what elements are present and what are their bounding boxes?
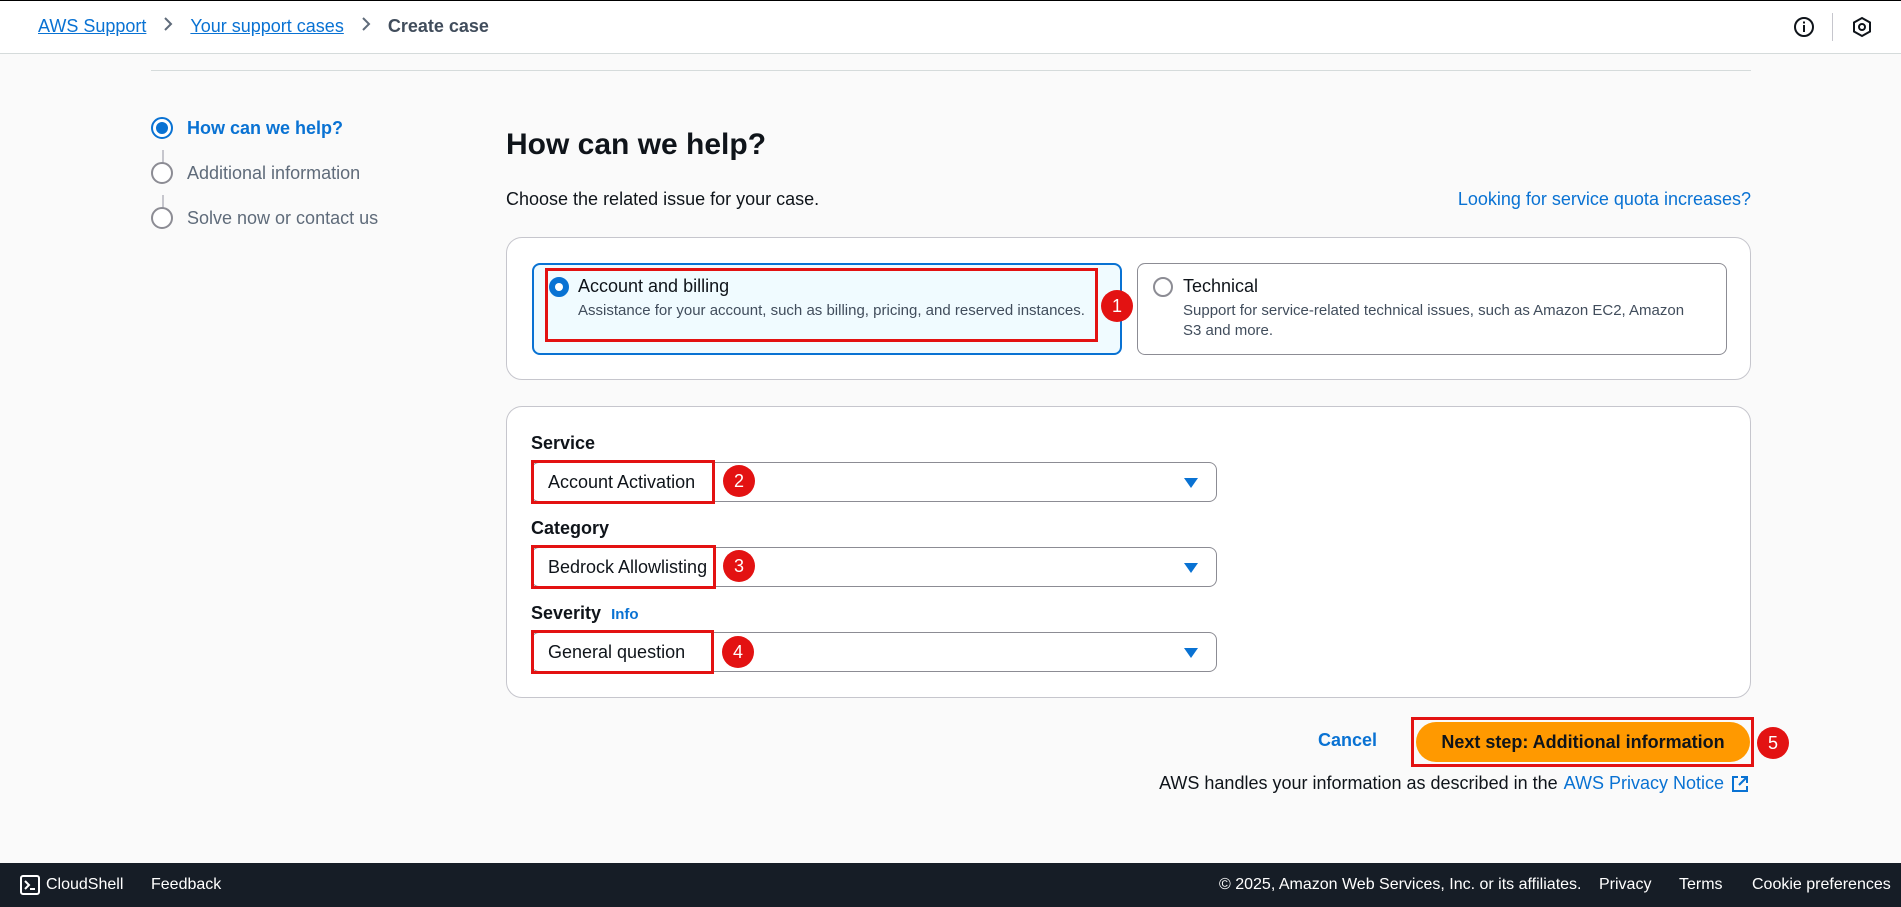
external-link-icon[interactable]: [1730, 774, 1750, 794]
feedback-link[interactable]: Feedback: [151, 876, 221, 894]
step-label: Additional information: [187, 162, 361, 183]
breadcrumb-current: Create case: [387, 16, 489, 36]
annotation-box-2: [531, 460, 715, 504]
step-indicator: [151, 162, 173, 184]
annotation-marker-4: 4: [722, 636, 754, 668]
copyright-text: © 2025, Amazon Web Services, Inc. or its…: [1219, 876, 1582, 893]
page-title: How can we help?: [506, 128, 767, 161]
cloudshell-link[interactable]: CloudShell: [46, 876, 123, 894]
step-how-can-we-help[interactable]: How can we help?: [151, 117, 343, 139]
cancel-button[interactable]: Cancel: [1318, 730, 1377, 751]
severity-label: Severity Info: [531, 603, 639, 624]
toolbar-divider: [1832, 13, 1833, 41]
caret-down-icon: [1184, 563, 1198, 573]
chevron-right-icon: [360, 16, 372, 37]
tile-technical[interactable]: Technical Support for service-related te…: [1137, 263, 1727, 355]
step-indicator-active: [151, 117, 173, 139]
page-subtitle: Choose the related issue for your case.: [506, 189, 820, 209]
radio-technical[interactable]: [1153, 277, 1173, 297]
top-navigation-bar: AWS Support Your support cases Create ca…: [0, 0, 1901, 54]
cookie-preferences-link[interactable]: Cookie preferences: [1752, 876, 1891, 894]
settings-hexagon-icon[interactable]: [1850, 15, 1874, 39]
caret-down-icon: [1184, 648, 1198, 658]
severity-label-text: Severity: [531, 603, 602, 623]
privacy-text: AWS handles your information as describe…: [1159, 773, 1558, 793]
service-quota-link[interactable]: Looking for service quota increases?: [1458, 189, 1751, 210]
footer-bar: CloudShell Feedback © 2025, Amazon Web S…: [0, 863, 1901, 907]
category-label: Category: [531, 518, 610, 538]
service-label: Service: [531, 433, 596, 453]
content-divider: [151, 70, 1751, 71]
step-indicator: [151, 207, 173, 229]
annotation-marker-5: 5: [1757, 727, 1789, 759]
breadcrumb-aws-support[interactable]: AWS Support: [38, 16, 146, 37]
step-solve-now-or-contact-us: Solve now or contact us: [151, 207, 378, 229]
annotation-marker-1: 1: [1101, 290, 1133, 322]
footer-privacy-link[interactable]: Privacy: [1599, 876, 1651, 894]
annotation-marker-2: 2: [723, 465, 755, 497]
privacy-notice-link[interactable]: AWS Privacy Notice: [1564, 773, 1724, 794]
tile-description: Support for service-related technical is…: [1183, 302, 1685, 319]
caret-down-icon: [1184, 478, 1198, 488]
step-additional-information: Additional information: [151, 162, 360, 184]
annotation-box-1: [545, 268, 1098, 342]
tile-title: Technical: [1183, 276, 1259, 296]
annotation-marker-3: 3: [723, 550, 755, 582]
step-label: Solve now or contact us: [187, 207, 379, 228]
tile-description: S3 and more.: [1183, 322, 1274, 339]
severity-info-link[interactable]: Info: [611, 606, 639, 623]
step-label: How can we help?: [187, 117, 344, 138]
breadcrumb-your-support-cases[interactable]: Your support cases: [190, 16, 343, 37]
privacy-notice: AWS handles your information as describe…: [1159, 773, 1750, 794]
annotation-box-4: [531, 630, 714, 674]
annotation-box-3: [531, 545, 716, 589]
chevron-right-icon: [162, 16, 174, 37]
footer-terms-link[interactable]: Terms: [1679, 876, 1723, 894]
breadcrumb: AWS Support Your support cases Create ca…: [38, 16, 489, 37]
cloudshell-icon[interactable]: [20, 875, 40, 895]
info-icon[interactable]: [1792, 15, 1816, 39]
annotation-box-5: [1411, 717, 1754, 767]
